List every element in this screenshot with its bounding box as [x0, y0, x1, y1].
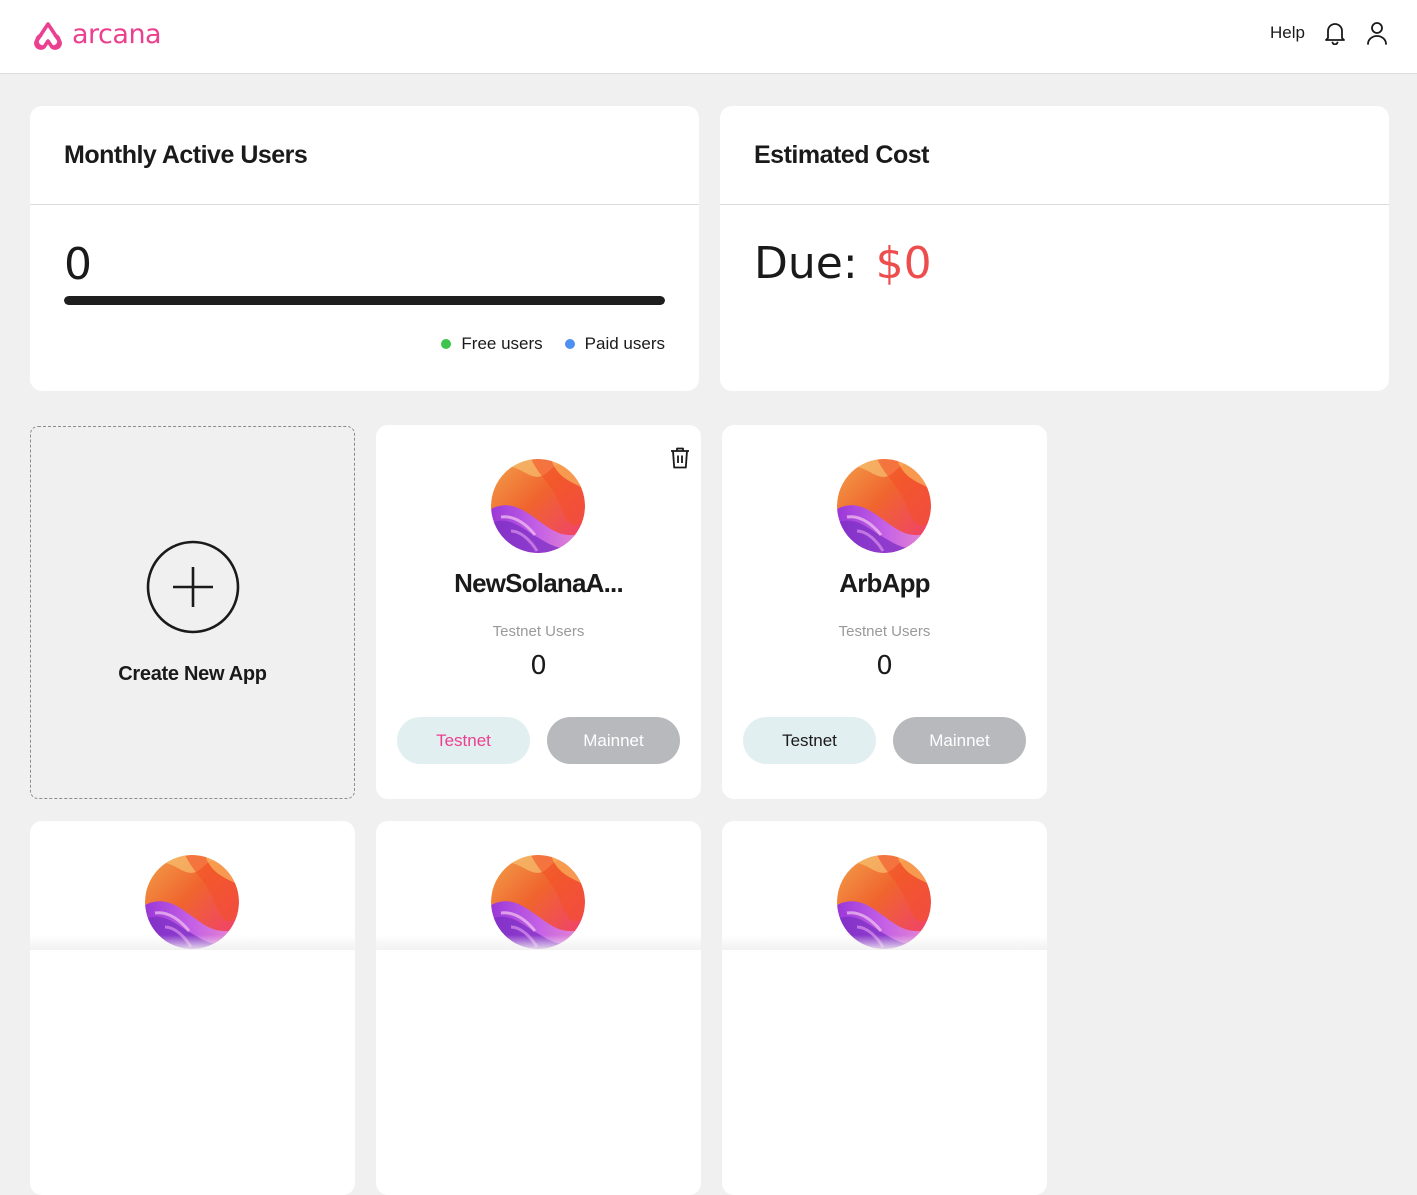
testnet-users-value: 0	[530, 651, 547, 681]
plus-circle-icon	[146, 540, 240, 634]
testnet-users-label: Testnet Users	[492, 623, 585, 640]
app-avatar	[837, 855, 931, 949]
trash-icon[interactable]	[669, 446, 691, 470]
legend-paid-users: Paid users	[564, 334, 665, 354]
mainnet-button[interactable]: Mainnet	[547, 717, 680, 764]
monthly-active-users-card: Monthly Active Users 0 Free users Paid u…	[30, 106, 699, 391]
cost-card-title: Estimated Cost	[754, 140, 929, 169]
free-users-dot	[441, 339, 452, 349]
create-new-app-label: Create New App	[118, 663, 267, 685]
create-new-app-card[interactable]: Create New App	[30, 426, 355, 799]
app-name: ArbApp	[839, 568, 930, 598]
cost-card-header: Estimated Cost	[720, 106, 1389, 205]
nav-actions: Help	[1270, 20, 1389, 46]
app-card-newsolana[interactable]: NewSolanaA... Testnet Users 0 Testnet Ma…	[376, 425, 701, 799]
legend-free-label: Free users	[461, 334, 543, 353]
help-link[interactable]: Help	[1270, 23, 1305, 43]
legend-paid-label: Paid users	[584, 334, 665, 353]
due-row: Due: $0	[754, 238, 932, 289]
app-card[interactable]	[722, 821, 1047, 1195]
mau-card-title: Monthly Active Users	[64, 140, 308, 169]
user-icon[interactable]	[1365, 20, 1389, 46]
mau-progress-fill	[64, 296, 665, 305]
app-avatar	[145, 855, 239, 949]
arcana-logo-icon	[34, 22, 62, 50]
testnet-button[interactable]: Testnet	[397, 717, 530, 764]
mau-value: 0	[64, 239, 92, 290]
bell-icon[interactable]	[1323, 20, 1347, 46]
top-nav-bar: arcana Help	[0, 0, 1417, 74]
testnet-button[interactable]: Testnet	[743, 717, 876, 764]
app-card[interactable]	[376, 821, 701, 1195]
app-avatar	[491, 855, 585, 949]
testnet-users-value: 0	[876, 651, 893, 681]
paid-users-dot	[564, 339, 575, 349]
logo-text: arcana	[72, 19, 162, 50]
due-amount: $0	[875, 238, 932, 289]
due-label: Due:	[754, 238, 858, 289]
app-avatar	[491, 459, 585, 553]
mau-legend: Free users Paid users	[441, 334, 665, 354]
estimated-cost-card: Estimated Cost Due: $0	[720, 106, 1389, 391]
mainnet-button[interactable]: Mainnet	[893, 717, 1026, 764]
app-card-arbapp[interactable]: ArbApp Testnet Users 0 Testnet Mainnet	[722, 425, 1047, 799]
mau-progress-bar	[64, 296, 665, 305]
app-avatar	[837, 459, 931, 553]
testnet-users-label: Testnet Users	[838, 623, 931, 640]
app-card[interactable]	[30, 821, 355, 1195]
mau-card-header: Monthly Active Users	[30, 106, 699, 205]
app-name: NewSolanaA...	[454, 568, 624, 598]
legend-free-users: Free users	[441, 334, 543, 354]
arcana-logo[interactable]: arcana	[30, 18, 162, 52]
